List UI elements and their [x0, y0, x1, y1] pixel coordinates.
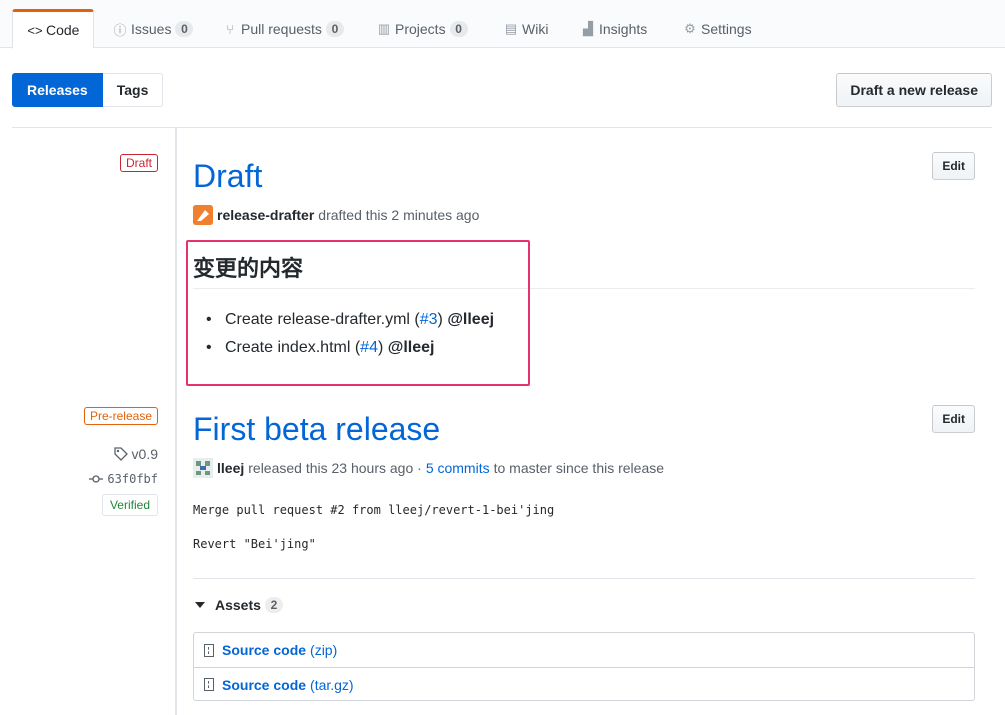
- draft-author[interactable]: release-drafter: [217, 207, 314, 223]
- assets-divider: [193, 578, 975, 579]
- verified-badge[interactable]: Verified: [101, 494, 158, 516]
- note-text: ): [377, 339, 384, 356]
- list-item: Create release-drafter.yml (#3) @lleej: [193, 306, 494, 334]
- avatar[interactable]: [193, 458, 213, 478]
- asset-source-zip[interactable]: Source code (zip): [194, 633, 974, 667]
- book-icon: ▤: [504, 21, 518, 36]
- graph-icon: ▟: [583, 21, 593, 36]
- tab-label: Issues: [131, 21, 172, 37]
- file-zip-icon: [204, 643, 214, 657]
- draft-action: drafted this 2 minutes ago: [318, 207, 480, 223]
- note-text: ): [437, 311, 443, 328]
- draft-byline: release-drafter drafted this 2 minutes a…: [193, 205, 479, 225]
- assets-label: Assets: [215, 597, 261, 613]
- tab-issues[interactable]: ⓘ Issues 0: [98, 9, 207, 49]
- tab-settings[interactable]: ⚙ Settings: [668, 9, 766, 49]
- tab-label: Settings: [701, 21, 752, 37]
- issues-counter: 0: [175, 21, 194, 37]
- tab-projects[interactable]: ▥ Projects 0: [362, 9, 482, 49]
- tab-label: Code: [46, 22, 80, 38]
- assets-counter: 2: [264, 597, 283, 613]
- list-item: Create index.html (#4) @lleej: [193, 334, 494, 362]
- release-drafter-logo-icon: [193, 205, 213, 225]
- pre-release-label: Pre-release: [83, 407, 158, 425]
- asset-ext: (tar.gz): [310, 676, 354, 693]
- asset-name: Source code: [222, 642, 307, 658]
- divider: [12, 127, 992, 128]
- identicon-icon: [193, 458, 213, 478]
- projects-counter: 0: [449, 21, 468, 37]
- pull-request-icon: ⑂: [226, 21, 234, 37]
- draft-release-title[interactable]: Draft: [193, 158, 262, 194]
- user-mention[interactable]: @lleej: [447, 311, 494, 328]
- tag-link[interactable]: v0.9: [113, 446, 158, 462]
- beta-byline: lleej released this 23 hours ago · 5 com…: [193, 458, 664, 478]
- commit-message-line: Revert "Bei'jing": [193, 537, 316, 551]
- verified-text: Verified: [109, 498, 150, 512]
- code-icon: <>: [27, 22, 43, 38]
- repo-nav: <> Code ⓘ Issues 0 ⑂ Pull requests 0 ▥ P…: [0, 0, 1005, 49]
- releases-tab[interactable]: Releases: [12, 73, 103, 107]
- asset-source-targz[interactable]: Source code (tar.gz): [194, 667, 974, 701]
- releases-subnav: Releases Tags: [12, 73, 164, 107]
- pr-link[interactable]: #3: [420, 311, 438, 328]
- edit-draft-button[interactable]: Edit: [932, 152, 975, 180]
- tags-tab[interactable]: Tags: [102, 73, 164, 107]
- release-notes-list: Create release-drafter.yml (#3) @lleej C…: [193, 306, 494, 362]
- asset-ext: (zip): [310, 642, 338, 658]
- heading-rule: [193, 288, 975, 289]
- asset-name: Source code: [222, 676, 307, 693]
- assets-toggle[interactable]: Assets 2: [193, 597, 283, 613]
- commit-message-line: Merge pull request #2 from lleej/revert-…: [193, 503, 555, 517]
- triangle-down-icon: [195, 602, 205, 608]
- pr-link[interactable]: #4: [360, 339, 378, 356]
- assets-list: Source code (zip) Source code (tar.gz): [193, 632, 975, 701]
- gear-icon: ⚙: [684, 21, 696, 36]
- tab-code[interactable]: <> Code: [12, 9, 95, 49]
- release-action: released this 23 hours ago ·: [248, 460, 422, 476]
- commits-link[interactable]: 5 commits: [426, 460, 490, 476]
- timeline-line: [175, 128, 177, 715]
- note-text: Create index.html (: [225, 339, 361, 356]
- edit-release-button[interactable]: Edit: [932, 405, 975, 433]
- tab-pull-requests[interactable]: ⑂ Pull requests 0: [208, 9, 358, 49]
- file-zip-icon: [204, 678, 214, 691]
- commit-icon: [89, 475, 104, 483]
- commit-link[interactable]: 63f0fbf: [89, 472, 158, 486]
- tag-icon: [113, 447, 128, 461]
- notes-heading: 变更的内容: [193, 256, 304, 281]
- draft-label: Draft: [119, 154, 158, 172]
- avatar[interactable]: [193, 205, 213, 225]
- tag-name: v0.9: [131, 446, 158, 462]
- tab-insights[interactable]: ▟ Insights: [566, 9, 661, 49]
- commit-sha: 63f0fbf: [107, 472, 158, 486]
- issue-icon: ⓘ: [113, 22, 127, 38]
- note-text: Create release-drafter.yml (: [225, 311, 420, 328]
- pull-requests-counter: 0: [325, 21, 344, 37]
- tab-label: Wiki: [522, 21, 549, 37]
- tab-wiki[interactable]: ▤ Wiki: [489, 9, 562, 49]
- commits-suffix: to master since this release: [493, 460, 665, 476]
- user-mention[interactable]: @lleej: [388, 339, 435, 356]
- draft-new-release-button[interactable]: Draft a new release: [836, 73, 992, 107]
- beta-release-title[interactable]: First beta release: [193, 411, 440, 447]
- release-author[interactable]: lleej: [217, 460, 244, 476]
- tab-label: Pull requests: [241, 21, 322, 37]
- tab-label: Insights: [599, 21, 648, 37]
- tab-label: Projects: [395, 21, 446, 37]
- project-icon: ▥: [377, 21, 391, 36]
